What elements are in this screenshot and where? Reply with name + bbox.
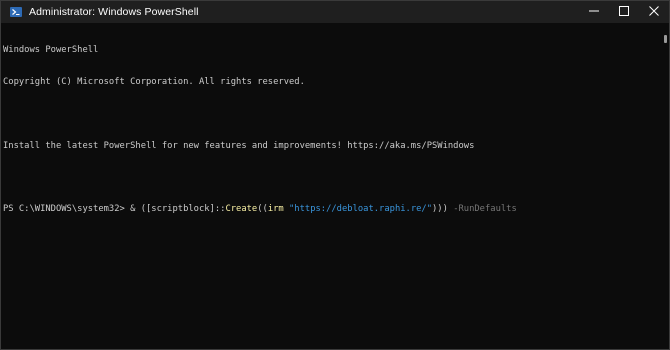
scrollbar-thumb[interactable] <box>664 35 667 43</box>
maximize-button[interactable] <box>609 1 639 23</box>
powershell-icon <box>10 6 22 18</box>
header-line: Windows PowerShell <box>3 45 99 56</box>
command-create: Create <box>225 204 258 215</box>
close-icon <box>649 3 659 21</box>
command-close: ))) <box>432 204 454 215</box>
powershell-window: Administrator: Windows PowerShell Window… <box>0 0 670 350</box>
prompt: PS C:\WINDOWS\system32> <box>3 204 131 215</box>
copyright-line: Copyright (C) Microsoft Corporation. All… <box>3 76 305 87</box>
minimize-icon <box>589 3 599 21</box>
command-url: "https://debloat.raphi.re/" <box>289 204 433 215</box>
command-irm: irm <box>267 204 284 215</box>
minimize-button[interactable] <box>579 1 609 23</box>
console-output[interactable]: Windows PowerShell Copyright (C) Microso… <box>3 24 653 236</box>
maximize-icon <box>619 3 629 21</box>
command-parens: (( <box>257 204 268 215</box>
title-bar[interactable]: Administrator: Windows PowerShell <box>1 1 669 23</box>
window-controls <box>579 1 669 23</box>
command-line[interactable]: PS C:\WINDOWS\system32> & ([scriptblock]… <box>3 204 653 215</box>
window-title: Administrator: Windows PowerShell <box>29 6 199 18</box>
close-button[interactable] <box>639 1 669 23</box>
install-notice: Install the latest PowerShell for new fe… <box>3 140 475 151</box>
command-parameter: -RunDefaults <box>453 204 517 215</box>
command-text: & ([scriptblock]:: <box>130 204 226 215</box>
